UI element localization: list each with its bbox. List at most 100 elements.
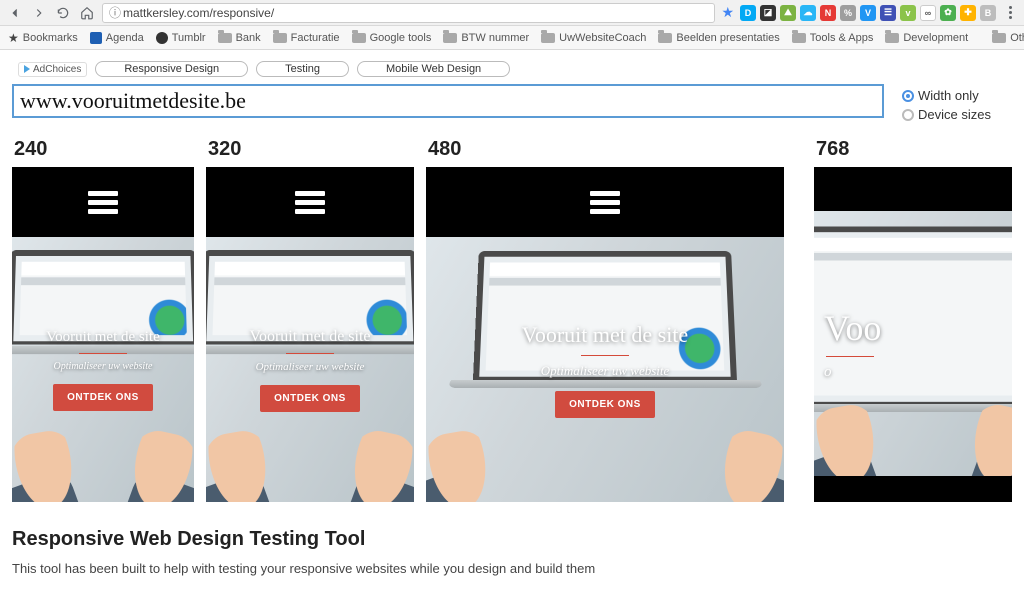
other-bookmarks[interactable]: Other Bookmarks (992, 32, 1024, 44)
url-text: mattkersley.com/responsive/ (123, 6, 274, 20)
bookmark-label: Tumblr (172, 32, 206, 44)
preview-frame[interactable]: Vooruit met de site Optimaliseer uw webs… (206, 167, 414, 502)
extension-icon[interactable]: ☁ (800, 5, 816, 21)
bookmark-label: Beelden presentaties (676, 32, 779, 44)
extension-icon[interactable]: B (980, 5, 996, 21)
laptop-graphic (814, 223, 1012, 373)
back-button[interactable] (6, 4, 24, 22)
hamburger-icon[interactable] (88, 187, 118, 218)
favicon-icon (156, 32, 168, 44)
extension-icon[interactable]: ✚ (960, 5, 976, 21)
radio-icon (902, 109, 914, 121)
option-label: Width only (918, 88, 979, 103)
width-label: 320 (208, 138, 414, 161)
address-bar[interactable]: ⓘ mattkersley.com/responsive/ (102, 3, 715, 23)
hamburger-icon[interactable] (295, 187, 325, 218)
cta-button[interactable]: ONTDEK ONS (555, 391, 655, 418)
adchoices-badge[interactable]: AdChoices (18, 62, 87, 77)
extension-icon[interactable]: ✿ (940, 5, 956, 21)
extension-icon[interactable]: ☰ (880, 5, 896, 21)
page-description: Responsive Web Design Testing Tool This … (12, 528, 1012, 576)
site-header (814, 167, 1012, 211)
reload-button[interactable] (54, 4, 72, 22)
bookmark-label: UwWebsiteCoach (559, 32, 646, 44)
home-button[interactable] (78, 4, 96, 22)
extension-icon[interactable]: ◪ (760, 5, 776, 21)
hero-subtitle: Optimaliseer uw website (54, 361, 153, 372)
bookmark-label: Facturatie (291, 32, 340, 44)
folder-icon (443, 33, 457, 43)
bookmark-star-icon[interactable]: ★ (721, 4, 734, 21)
folder-icon (218, 33, 232, 43)
hero-heading: Vooruit met de site (249, 328, 370, 346)
bookmark-item[interactable]: BTW nummer (443, 32, 529, 44)
extension-icon[interactable]: ∞ (920, 5, 936, 21)
width-only-option[interactable]: Width only (902, 88, 1012, 103)
hero-subtitle: Optimaliseer uw website (256, 361, 365, 373)
hero-subtitle: Optimaliseer uw website (541, 363, 670, 379)
cta-button[interactable]: ONTDEK ONS (260, 385, 360, 412)
device-sizes-option[interactable]: Device sizes (902, 107, 1012, 122)
bookmark-item[interactable]: ★Bookmarks (8, 31, 78, 45)
extension-icon[interactable]: v (900, 5, 916, 21)
bookmark-item[interactable]: Agenda (90, 32, 144, 44)
folder-icon (541, 33, 555, 43)
chrome-menu-icon[interactable] (1002, 6, 1018, 19)
hands-graphic (12, 402, 194, 502)
favicon-icon (90, 32, 102, 44)
divider (286, 353, 334, 354)
extension-icon[interactable]: ⛰ (780, 5, 796, 21)
hero-heading: Vooruit met de site (522, 322, 688, 348)
preview-col-768: 768 Voo o (814, 134, 1012, 502)
bookmark-item[interactable]: Development (885, 32, 968, 44)
bookmark-item[interactable]: Google tools (352, 32, 432, 44)
browser-toolbar: ⓘ mattkersley.com/responsive/ ★ D ◪ ⛰ ☁ … (0, 0, 1024, 26)
preview-frame[interactable]: Voo o (814, 167, 1012, 502)
bookmark-label: Tools & Apps (810, 32, 874, 44)
site-header (426, 167, 784, 237)
preview-col-320: 320 Vooruit met de site Optimaliseer uw … (206, 134, 414, 502)
test-url-input[interactable] (12, 84, 884, 118)
extension-icons: D ◪ ⛰ ☁ N % V ☰ v ∞ ✿ ✚ B (740, 5, 996, 21)
preview-col-480: 480 Vooruit met de site Optimaliseer uw … (426, 134, 784, 502)
cta-button[interactable]: ONTDEK ONS (53, 384, 153, 411)
bookmark-item[interactable]: Facturatie (273, 32, 340, 44)
preview-frame[interactable]: Vooruit met de site Optimaliseer uw webs… (426, 167, 784, 502)
bookmark-label: Other Bookmarks (1010, 32, 1024, 44)
site-hero: Vooruit met de site Optimaliseer uw webs… (426, 237, 784, 502)
preview-col-240: 240 Vooruit met de site Optimaliseer uw … (12, 134, 194, 502)
folder-icon (885, 33, 899, 43)
bookmark-item[interactable]: Beelden presentaties (658, 32, 779, 44)
page-heading: Responsive Web Design Testing Tool (12, 528, 1012, 551)
extension-icon[interactable]: V (860, 5, 876, 21)
bookmark-item[interactable]: Bank (218, 32, 261, 44)
site-header (206, 167, 414, 237)
option-label: Device sizes (918, 107, 991, 122)
bookmark-label: Agenda (106, 32, 144, 44)
bookmark-item[interactable]: Tools & Apps (792, 32, 874, 44)
forward-button[interactable] (30, 4, 48, 22)
bookmark-item[interactable]: Tumblr (156, 32, 206, 44)
bookmarks-bar: ★Bookmarks Agenda Tumblr Bank Facturatie… (0, 26, 1024, 50)
bookmark-item[interactable]: UwWebsiteCoach (541, 32, 646, 44)
page-body-text: This tool has been built to help with te… (12, 561, 1012, 576)
extension-icon[interactable]: D (740, 5, 756, 21)
ad-link[interactable]: Testing (256, 61, 349, 77)
info-icon: ⓘ (109, 4, 119, 21)
hero-heading: Voo (824, 307, 881, 349)
width-label: 240 (14, 138, 194, 161)
hero-subtitle: o (824, 364, 832, 381)
extension-icon[interactable]: N (820, 5, 836, 21)
page-content: AdChoices Responsive Design Testing Mobi… (0, 50, 1024, 576)
folder-icon (658, 33, 672, 43)
ad-link[interactable]: Responsive Design (95, 61, 248, 77)
width-label: 768 (816, 138, 1012, 161)
site-hero: Vooruit met de site Optimaliseer uw webs… (206, 237, 414, 502)
size-mode-options: Width only Device sizes (902, 84, 1012, 126)
folder-icon (792, 33, 806, 43)
ad-link[interactable]: Mobile Web Design (357, 61, 510, 77)
divider (581, 355, 629, 356)
hamburger-icon[interactable] (590, 187, 620, 218)
preview-frame[interactable]: Vooruit met de site Optimaliseer uw webs… (12, 167, 194, 502)
extension-icon[interactable]: % (840, 5, 856, 21)
